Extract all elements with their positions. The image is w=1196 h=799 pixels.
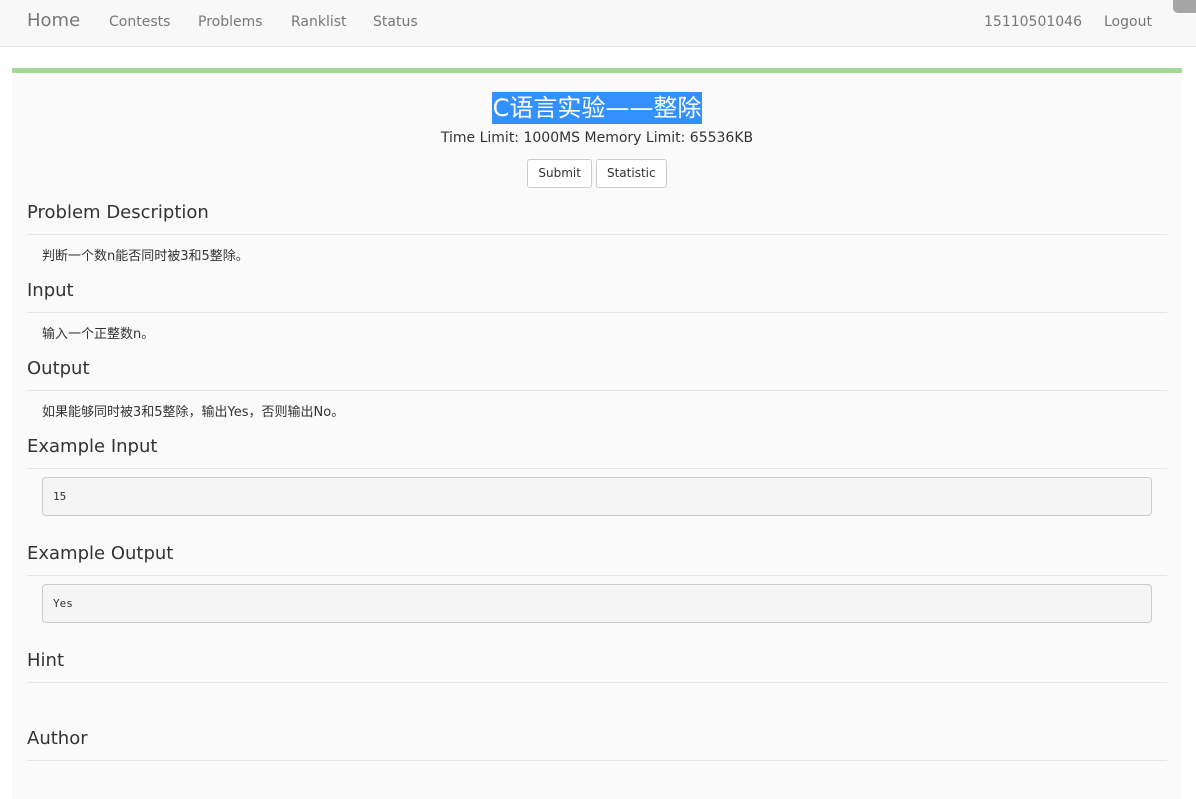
nav-user-link[interactable]: 15110501046 [984, 14, 1082, 30]
statistic-button[interactable]: Statistic [595, 159, 667, 188]
input-heading: Input [27, 279, 1167, 313]
example-input-box[interactable]: 15 [42, 477, 1152, 516]
problem-panel: C语言实验——整除 Time Limit: 1000MS Memory Limi… [12, 68, 1182, 799]
problem-limits: Time Limit: 1000MS Memory Limit: 65536KB [440, 130, 754, 146]
top-navbar: Home Contests Problems Ranklist Status 1… [0, 0, 1196, 47]
problem-title: C语言实验——整除 [491, 92, 703, 124]
hint-heading: Hint [27, 649, 1167, 683]
title-row: C语言实验——整除 [12, 92, 1182, 124]
nav-logout-link[interactable]: Logout [1104, 14, 1152, 30]
submit-button[interactable]: Submit [527, 159, 592, 188]
action-buttons: Submit Statistic [12, 159, 1182, 188]
author-heading: Author [27, 727, 1167, 761]
nav-status-link[interactable]: Status [373, 14, 418, 30]
example-output-box[interactable]: Yes [42, 584, 1152, 623]
description-heading: Problem Description [27, 201, 1167, 235]
output-text: 如果能够同时被3和5整除，输出Yes，否则输出No。 [42, 405, 345, 420]
example-output-heading: Example Output [27, 542, 1167, 576]
corner-tab[interactable] [1173, 0, 1196, 13]
nav-ranklist-link[interactable]: Ranklist [291, 14, 347, 30]
nav-contests-link[interactable]: Contests [109, 14, 170, 30]
nav-home-link[interactable]: Home [27, 10, 80, 31]
output-heading: Output [27, 357, 1167, 391]
example-input-heading: Example Input [27, 435, 1167, 469]
nav-problems-link[interactable]: Problems [198, 14, 263, 30]
input-text: 输入一个正整数n。 [42, 327, 155, 342]
description-text: 判断一个数n能否同时被3和5整除。 [42, 249, 249, 264]
